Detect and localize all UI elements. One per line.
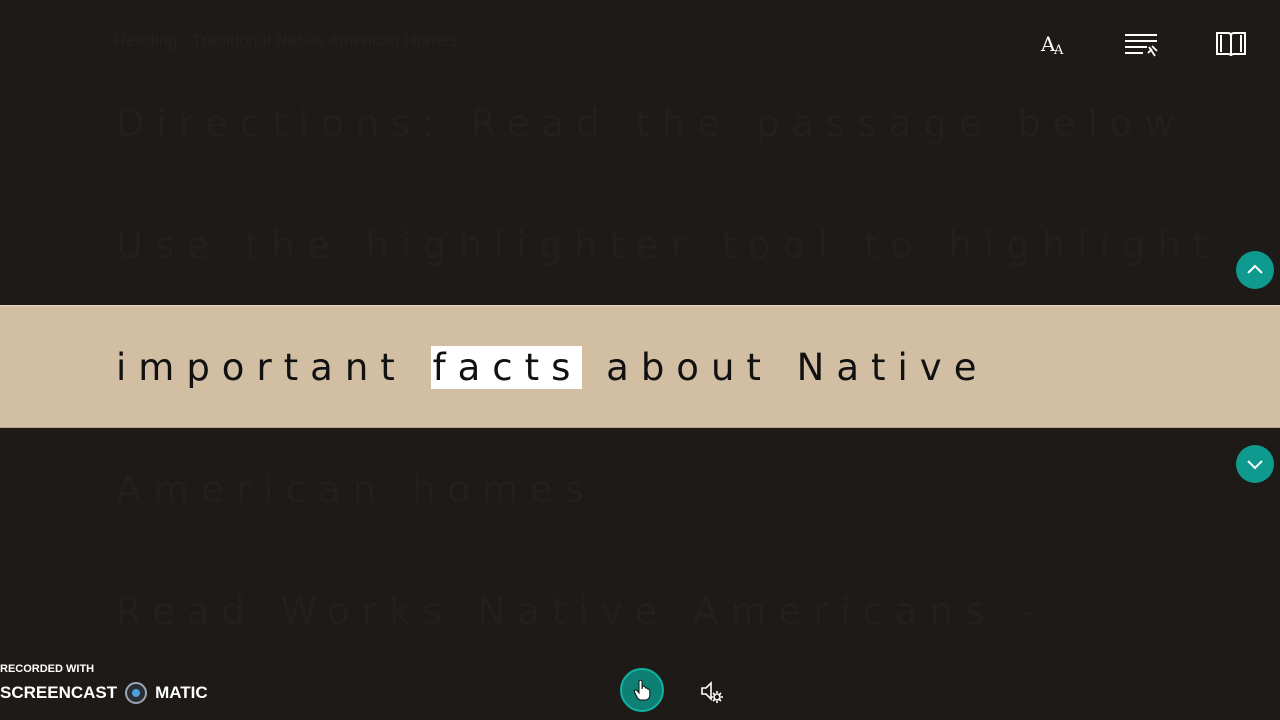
chevron-up-icon — [1247, 264, 1263, 274]
dictionary-button[interactable] — [1211, 24, 1251, 64]
highlighted-word[interactable]: facts — [430, 346, 583, 389]
audio-settings-button[interactable] — [698, 678, 726, 706]
reader-line: Use the highlighter tool to highlight — [116, 224, 1220, 267]
text-settings-button[interactable]: A A — [1034, 24, 1074, 64]
focused-reader-line: important facts about Native — [116, 340, 988, 395]
dictionary-icon — [1216, 32, 1246, 57]
scroll-up-button[interactable] — [1236, 251, 1274, 289]
record-dot-icon — [125, 682, 148, 704]
focus-text-after: about Native — [582, 346, 989, 389]
svg-text:A: A — [1053, 43, 1064, 58]
focus-text-before: important — [116, 346, 431, 389]
play-button[interactable] — [620, 668, 664, 712]
scroll-down-button[interactable] — [1236, 445, 1274, 483]
watermark-brand-right: MATIC — [155, 683, 208, 702]
line-reader-button[interactable] — [1121, 24, 1161, 64]
reader-line: Directions: Read the passage below — [116, 102, 1187, 145]
line-reader-stage: Reading - Traditional Native American Ho… — [0, 0, 1280, 720]
speaker-settings-icon — [701, 681, 723, 703]
reader-line: American homes — [116, 468, 597, 511]
breadcrumb: Reading - Traditional Native American Ho… — [114, 31, 458, 50]
watermark-brand-left: SCREENCAST — [0, 683, 118, 702]
line-reader-icon — [1125, 34, 1158, 57]
text-size-icon: A A — [1040, 32, 1064, 58]
recording-watermark-logo: SCREENCAST MATIC — [0, 679, 208, 707]
reader-line: Read Works Native Americans - — [116, 590, 1046, 633]
chevron-down-icon — [1247, 460, 1263, 470]
hand-pointer-icon — [633, 679, 651, 701]
recording-watermark-caption: RECORDED WITH — [0, 663, 95, 675]
